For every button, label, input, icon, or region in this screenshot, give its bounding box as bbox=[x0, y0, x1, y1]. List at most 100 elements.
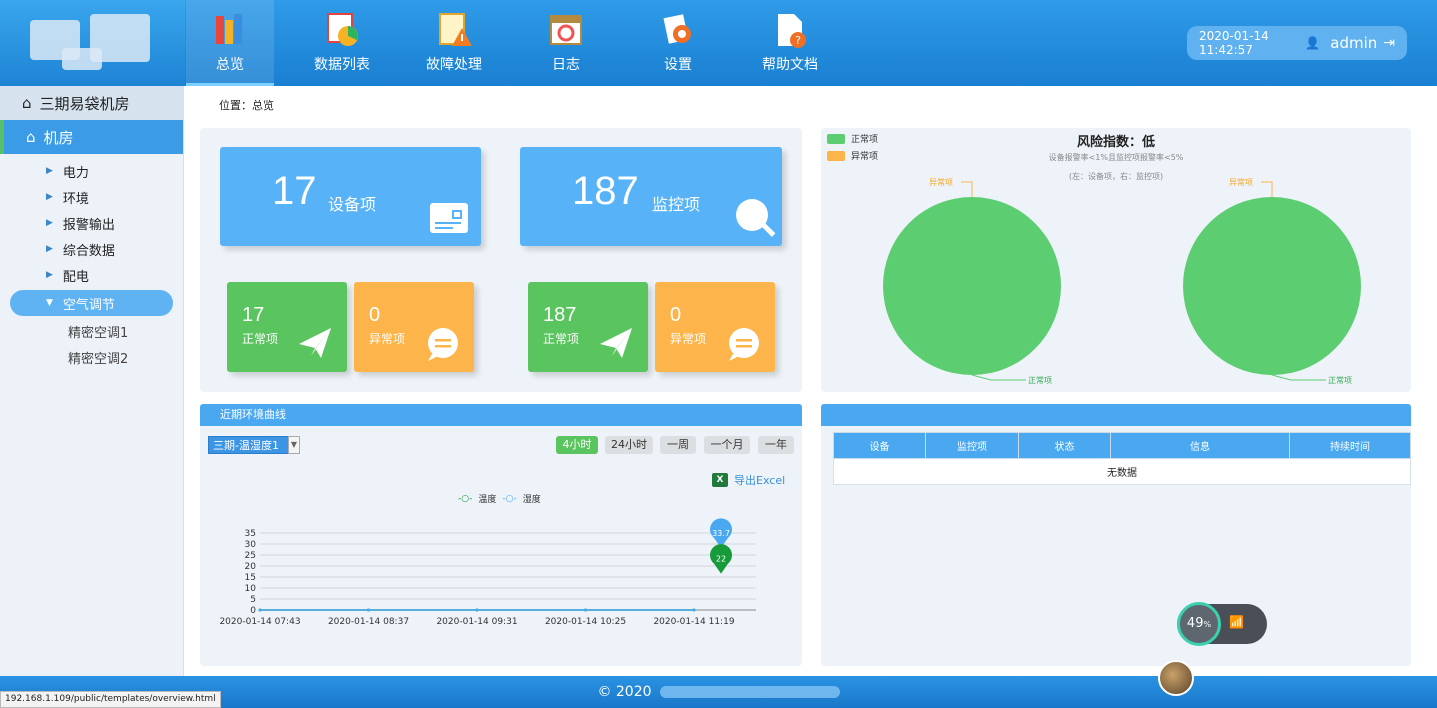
caret-right-icon: ▶ bbox=[46, 166, 53, 176]
nav-log[interactable]: 日志 bbox=[522, 0, 610, 86]
alarm-title-bar bbox=[821, 404, 1411, 426]
pie-slice-monitor-normal[interactable] bbox=[1183, 197, 1361, 375]
caret-down-icon: ▼ bbox=[46, 298, 53, 308]
sidebar-site[interactable]: ⌂ 三期易袋机房 bbox=[0, 86, 183, 120]
x-tick-label: 2020-01-14 09:31 bbox=[436, 617, 517, 627]
y-tick-label: 0 bbox=[250, 606, 256, 616]
breadcrumb: 位置：总览 bbox=[219, 99, 274, 112]
sidebar: ⌂ 三期易袋机房 ⌂ 机房 ▶ 电力 ▶ 环境 ▶ 报警输出 ▶ 综合数据 ▶ 配电 ▼ 空… bbox=[0, 86, 184, 676]
y-tick-label: 35 bbox=[245, 529, 256, 539]
nav-help[interactable]: ? 帮助文档 bbox=[746, 0, 834, 86]
chart-list-icon bbox=[322, 10, 362, 50]
sidebar-item-alarm-output[interactable]: ▶ 报警输出 bbox=[0, 210, 183, 236]
sidebar-item-environment[interactable]: ▶ 环境 bbox=[0, 184, 183, 210]
sidebar-room[interactable]: ⌂ 机房 bbox=[0, 120, 183, 154]
y-tick-label: 15 bbox=[245, 573, 256, 583]
col-monitor[interactable]: 监控项 bbox=[925, 432, 1019, 459]
pie-slice-device-normal[interactable] bbox=[883, 197, 1061, 375]
paper-plane-icon bbox=[600, 328, 632, 358]
home-icon: ⌂ bbox=[26, 128, 36, 146]
pie-label-normal: 正常项 bbox=[1328, 376, 1352, 385]
sidebar-item-distribution[interactable]: ▶ 配电 bbox=[0, 262, 183, 288]
alarm-table: 设备 监控项 状态 信息 持续时间 无数据 bbox=[833, 432, 1411, 485]
books-icon bbox=[210, 10, 250, 50]
series-point bbox=[258, 608, 262, 612]
caret-right-icon: ▶ bbox=[46, 270, 53, 280]
user-icon: 👤 bbox=[1305, 36, 1321, 50]
col-info[interactable]: 信息 bbox=[1110, 432, 1290, 459]
caret-right-icon: ▶ bbox=[46, 192, 53, 202]
svg-text:?: ? bbox=[795, 34, 801, 47]
alarm-panel: 设备 监控项 状态 信息 持续时间 无数据 bbox=[821, 404, 1411, 666]
sidebar-item-air-conditioning[interactable]: ▼ 空气调节 bbox=[10, 290, 173, 316]
monitor-card[interactable]: 187 监控项 bbox=[520, 147, 782, 246]
data-label: 22 bbox=[716, 555, 726, 564]
y-tick-label: 20 bbox=[245, 562, 257, 572]
pie-label-abnormal: 异常项 bbox=[1229, 178, 1253, 187]
col-status[interactable]: 状态 bbox=[1018, 432, 1111, 459]
chat-bubble-icon bbox=[428, 328, 458, 361]
y-tick-label: 30 bbox=[245, 540, 257, 550]
usage-ring: 49% bbox=[1177, 602, 1221, 646]
sidebar-subitem-ac1[interactable]: 精密空调1 bbox=[0, 318, 183, 344]
x-tick-label: 2020-01-14 11:19 bbox=[653, 617, 734, 627]
chat-bubble-icon bbox=[729, 328, 759, 361]
line-chart: 05101520253035 2020-01-14 07:43 2020-01-14… bbox=[219, 518, 756, 627]
paper-plane-icon bbox=[299, 328, 331, 358]
id-card-icon bbox=[430, 203, 468, 233]
pie-label-abnormal: 异常项 bbox=[929, 178, 953, 187]
nav-data-list[interactable]: 数据列表 bbox=[298, 0, 386, 86]
sidebar-subitem-ac2[interactable]: 精密空调2 bbox=[0, 344, 183, 370]
avatar[interactable] bbox=[1158, 660, 1194, 696]
data-label: 33.7 bbox=[712, 529, 730, 538]
wifi-off-icon: 📶 bbox=[1229, 615, 1244, 629]
summary-panel: 17 设备项 187 监控项 17 正常项 0 异常项 187 正常项 0 异常… bbox=[200, 128, 802, 392]
sidebar-item-power[interactable]: ▶ 电力 bbox=[0, 158, 183, 184]
gear-icon bbox=[658, 10, 698, 50]
series-point bbox=[475, 608, 479, 612]
help-document-icon: ? bbox=[770, 10, 810, 50]
monitor-abnormal-card[interactable]: 0 异常项 bbox=[655, 282, 775, 372]
y-tick-label: 25 bbox=[245, 551, 256, 561]
empty-row: 无数据 bbox=[833, 458, 1411, 485]
col-device[interactable]: 设备 bbox=[833, 432, 926, 459]
caret-right-icon: ▶ bbox=[46, 244, 53, 254]
logo bbox=[0, 0, 185, 86]
monitor-pie[interactable] bbox=[1183, 181, 1361, 381]
username[interactable]: admin bbox=[1330, 34, 1377, 52]
monitor-normal-card[interactable]: 187 正常项 bbox=[528, 282, 648, 372]
series-point bbox=[367, 608, 370, 612]
datetime: 2020-01-14 11:42:57 bbox=[1199, 29, 1269, 57]
nav-settings[interactable]: 设置 bbox=[634, 0, 722, 86]
warning-notepad-icon bbox=[434, 10, 474, 50]
network-widget[interactable]: 49% 📶 bbox=[1177, 602, 1267, 646]
pie-label-normal: 正常项 bbox=[1028, 376, 1052, 385]
nav-fault[interactable]: 故障处理 bbox=[410, 0, 498, 86]
calendar-log-icon bbox=[546, 10, 586, 50]
risk-panel: 正常项 异常项 风险指数：低 设备报警率<1%且监控项报警率<5% (左：设备项… bbox=[821, 128, 1411, 392]
device-pie[interactable] bbox=[883, 181, 1061, 381]
device-normal-card[interactable]: 17 正常项 bbox=[227, 282, 347, 372]
user-panel: 2020-01-14 11:42:57 👤 admin ⇥ bbox=[1187, 26, 1407, 60]
sidebar-item-composite-data[interactable]: ▶ 综合数据 bbox=[0, 236, 183, 262]
x-tick-label: 2020-01-14 10:25 bbox=[545, 617, 626, 627]
curve-panel: 近期环境曲线 三期-温湿度1 ▼ 4小时 24小时 一周 一个月 一年 X 导出… bbox=[200, 404, 802, 666]
status-url: 192.168.1.109/public/templates/overview.… bbox=[0, 691, 221, 708]
y-tick-label: 5 bbox=[250, 595, 256, 605]
x-tick-label: 2020-01-14 08:37 bbox=[328, 617, 409, 627]
col-duration[interactable]: 持续时间 bbox=[1289, 432, 1411, 459]
device-abnormal-card[interactable]: 0 异常项 bbox=[354, 282, 474, 372]
y-tick-label: 10 bbox=[245, 584, 257, 594]
caret-right-icon: ▶ bbox=[46, 218, 53, 228]
logout-icon[interactable]: ⇥ bbox=[1383, 35, 1395, 51]
top-header: 总览 数据列表 故障处理 日志 设置 ? 帮助文档 2020-01-14 11:… bbox=[0, 0, 1437, 86]
x-tick-label: 2020-01-14 07:43 bbox=[219, 617, 300, 627]
home-icon: ⌂ bbox=[22, 94, 32, 112]
main-content: 位置：总览 17 设备项 187 监控项 17 正常项 0 异常项 187 正常… bbox=[185, 86, 1437, 676]
series-point bbox=[584, 608, 587, 612]
nav-overview[interactable]: 总览 bbox=[186, 0, 274, 86]
series-point bbox=[692, 608, 696, 612]
pie-charts bbox=[883, 181, 1361, 381]
copyright: © 2020 bbox=[597, 684, 652, 700]
device-card[interactable]: 17 设备项 bbox=[220, 147, 481, 246]
